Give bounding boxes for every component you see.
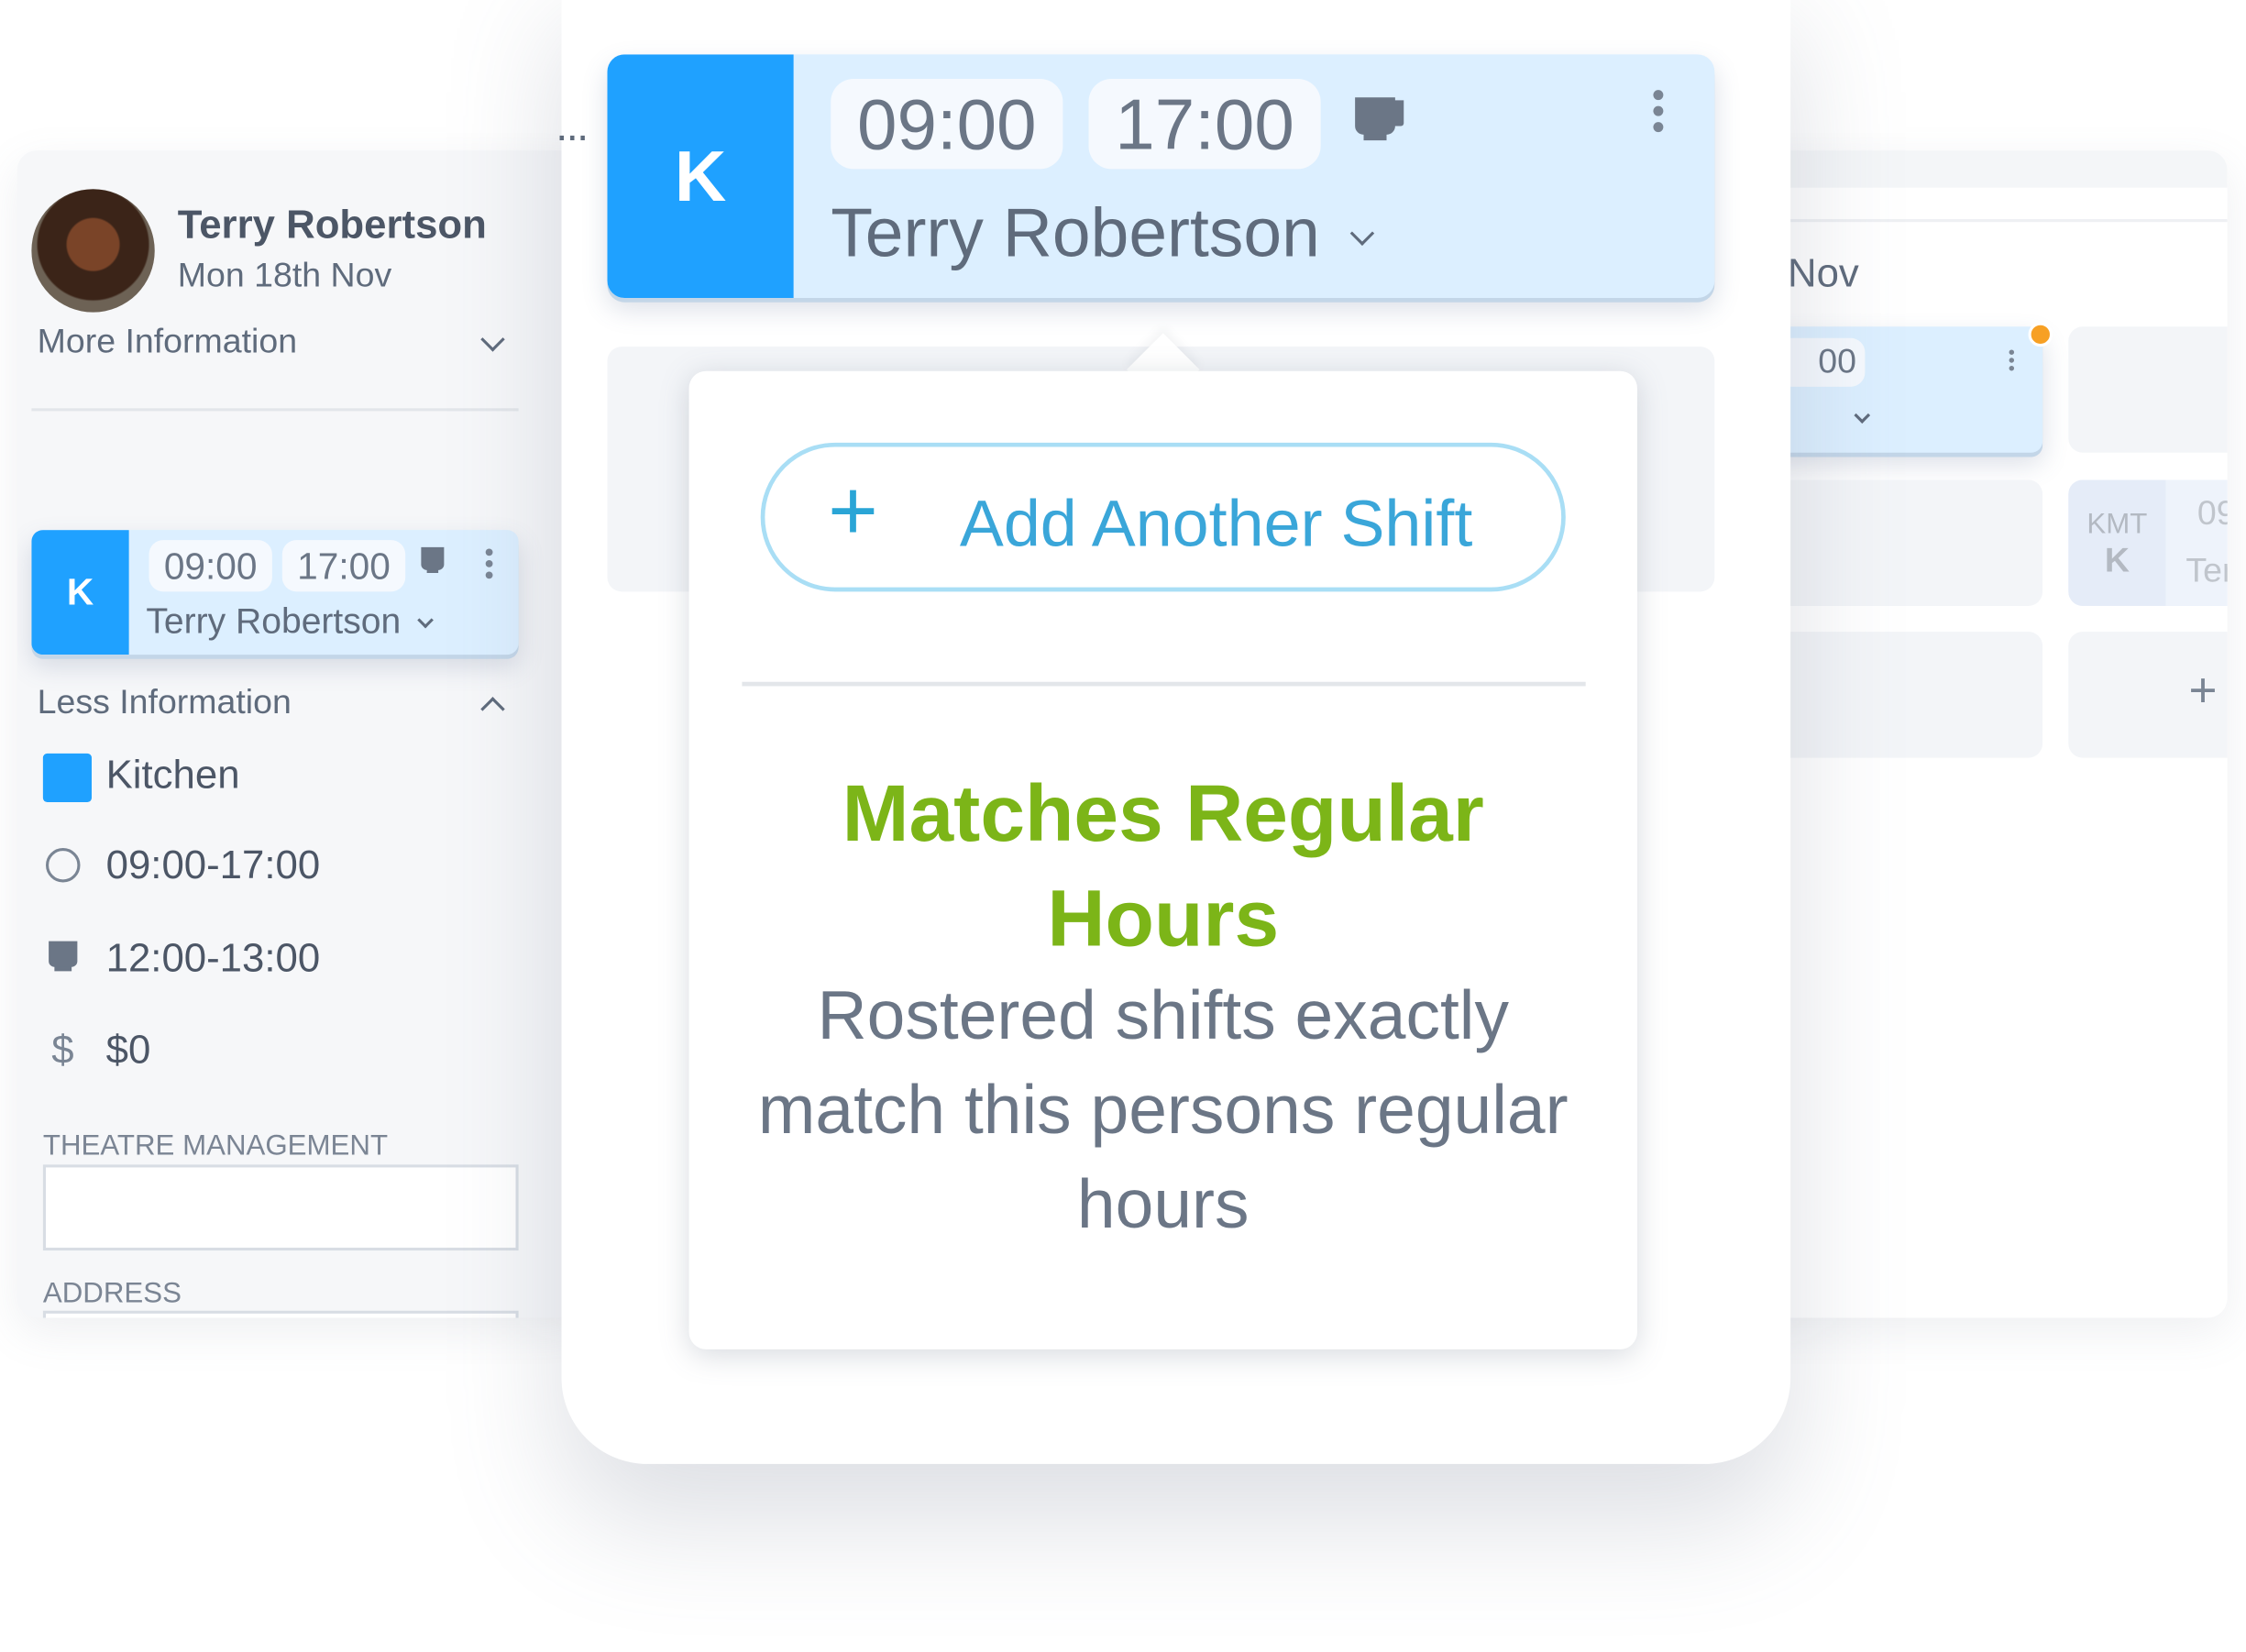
role-block: KMT K [2068,479,2166,606]
add-another-shift-button[interactable]: + Add Another Shift [760,442,1566,592]
status-title: Matches Regular Hours [842,767,1484,964]
add-shift-slot[interactable]: + [2068,632,2228,758]
less-information-label: Less Information [37,683,292,722]
department-name: Kitchen [105,752,240,797]
plus-icon: + [2188,663,2218,718]
dollar-icon: $ [51,1027,74,1072]
partial-time: 09 [2196,494,2228,534]
kmt-label: KMT [2086,508,2148,541]
stage: Terry Robertson Mon 18th Nov More Inform… [0,0,2246,1652]
shift-popover: + Add Another Shift Matches Regular Hour… [688,370,1637,1349]
coffee-break-icon [49,941,78,967]
chevron-down-icon [480,327,505,352]
partial-name: Ter [2185,551,2227,590]
status-description: Rostered shifts exactly match this perso… [757,978,1569,1244]
kmt-initial: K [2104,541,2130,580]
plus-icon: + [828,462,878,559]
employee-detail-panel: Terry Robertson Mon 18th Nov More Inform… [17,150,590,1318]
end-time-pill[interactable]: 17:00 [281,540,406,592]
address-label: ADDRESS [42,1277,182,1310]
department-color-swatch [42,753,92,802]
add-another-shift-label: Add Another Shift [959,485,1473,560]
shift-employee-name[interactable]: Terry Robertson [146,601,434,643]
theatre-management-input[interactable] [42,1164,519,1251]
employee-name: Terry Robertson [177,202,487,247]
alert-dot [2028,322,2053,347]
divider [31,408,519,412]
coffee-break-icon [1355,97,1395,135]
more-information-label: More Information [37,322,298,361]
address-input[interactable] [42,1310,519,1318]
end-time-pill[interactable]: 17:00 [1088,78,1321,170]
chevron-down-icon [1349,221,1374,246]
empty-slot[interactable] [1747,479,2043,606]
shift-card-faded[interactable]: KMT K 09 Ter [2068,479,2228,606]
clock-icon [46,848,81,883]
theatre-management-label: THEATRE MANAGEMENT [42,1129,389,1162]
kebab-menu-icon[interactable] [481,545,496,583]
role-badge: K [31,530,129,655]
more-information-toggle[interactable]: More Information [38,323,511,371]
shift-card[interactable]: K 09:00 17:00 Terry Robertson [31,530,519,655]
selected-shift-card[interactable]: K 09:00 17:00 Terry Robertson [607,54,1715,298]
divider [742,681,1586,687]
shift-employee-label: Terry Robertson [146,601,402,642]
shift-employee-name[interactable]: Terry Robertson [831,195,1374,274]
coffee-break-icon [421,546,445,570]
shift-card[interactable]: 00 [1747,326,2043,453]
shift-date: Mon 18th Nov [177,256,392,295]
chevron-up-icon [480,697,505,721]
role-badge: K [607,54,794,298]
shift-cost: $0 [105,1027,151,1072]
shift-hours: 09:00-17:00 [105,842,321,887]
more-options-dots[interactable]: ... [556,104,589,152]
kebab-menu-icon[interactable] [1647,84,1668,138]
avatar[interactable] [31,189,155,313]
empty-slot[interactable] [1747,632,2043,758]
month-label: Nov [1788,250,1859,295]
chevron-down-icon [416,611,434,629]
less-information-toggle[interactable]: Less Information [38,683,511,732]
start-time-pill[interactable]: 09:00 [831,78,1063,170]
shift-employee-label: Terry Robertson [831,196,1320,272]
chevron-down-icon [1854,407,1871,424]
start-time-pill[interactable]: 09:00 [149,540,272,592]
empty-slot[interactable] [2068,326,2228,453]
break-hours: 12:00-13:00 [105,935,321,980]
kebab-menu-icon[interactable] [2007,347,2015,374]
